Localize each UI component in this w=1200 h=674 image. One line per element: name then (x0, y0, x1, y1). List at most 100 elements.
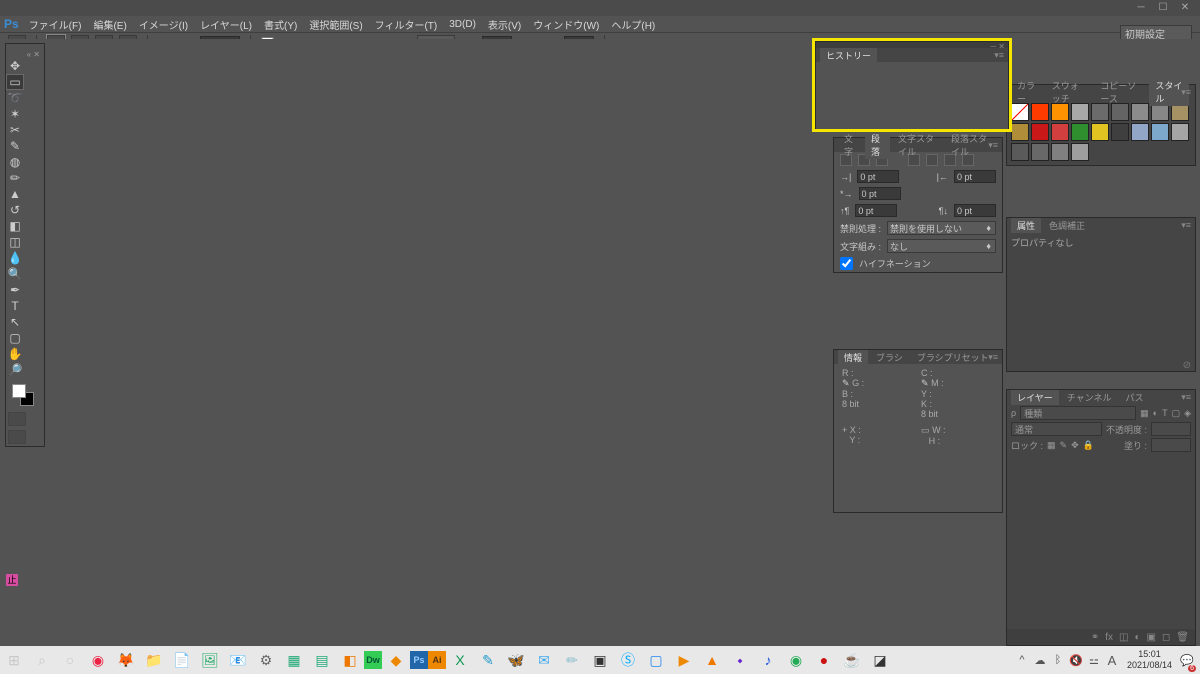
filter-type-icon[interactable]: T (1162, 408, 1168, 418)
menu-image[interactable]: イメージ(I) (139, 17, 188, 32)
app-icon-10[interactable]: ◉ (782, 646, 810, 674)
music-icon[interactable]: ♪ (754, 646, 782, 674)
onedrive-icon[interactable]: ☁ (1031, 646, 1049, 674)
indent-first-input[interactable] (859, 187, 901, 200)
outlook-icon[interactable]: 📧 (224, 646, 252, 674)
app-icon-11[interactable]: ☕ (838, 646, 866, 674)
cortana-button[interactable]: ○ (56, 646, 84, 674)
lasso-tool[interactable]: ➰ (6, 90, 24, 106)
style-swatch[interactable] (1071, 143, 1089, 161)
app-icon-3[interactable]: ◧ (336, 646, 364, 674)
space-after-input[interactable] (954, 204, 996, 217)
app-icon-12[interactable]: ◪ (866, 646, 894, 674)
tab-character[interactable]: 文字 (838, 131, 863, 159)
menu-file[interactable]: ファイル(F) (29, 17, 82, 32)
style-swatch[interactable] (1051, 143, 1069, 161)
style-swatch[interactable] (1151, 123, 1169, 141)
app-icon-8[interactable]: ▣ (586, 646, 614, 674)
wifi-icon[interactable]: ⚍ (1085, 646, 1103, 674)
mojikumi-dropdown[interactable]: なし♦ (887, 239, 996, 253)
type-tool[interactable]: T (6, 298, 24, 314)
app-icon-2[interactable]: ▤ (308, 646, 336, 674)
indent-right-input[interactable] (954, 170, 996, 183)
media-icon[interactable]: ▶ (670, 646, 698, 674)
menu-edit[interactable]: 編集(E) (93, 17, 126, 32)
lock-position-icon[interactable]: ✥ (1071, 440, 1079, 451)
properties-footer-icon[interactable]: ⊘ (1183, 360, 1191, 371)
kinsoku-dropdown[interactable]: 禁則を使用しない♦ (887, 221, 996, 235)
style-swatch[interactable] (1051, 123, 1069, 141)
layer-filter-dropdown[interactable]: 種類 (1020, 406, 1136, 420)
style-swatch[interactable] (1011, 143, 1029, 161)
layer-fx-icon[interactable]: fx (1105, 632, 1113, 643)
ime-a-icon[interactable]: A (1103, 646, 1121, 674)
explorer-icon[interactable]: 📁 (140, 646, 168, 674)
eyedropper-tool[interactable]: ✎ (6, 138, 24, 154)
group-icon[interactable]: ▣ (1147, 632, 1156, 643)
skype-icon[interactable]: Ⓢ (614, 646, 642, 674)
blur-tool[interactable]: 💧 (6, 250, 24, 266)
menu-help[interactable]: ヘルプ(H) (611, 17, 655, 32)
screen-mode-toggle[interactable] (8, 430, 26, 444)
tab-info[interactable]: 情報 (838, 350, 868, 365)
layer-mask-icon[interactable]: ◫ (1119, 632, 1128, 643)
excel-icon[interactable]: X (446, 646, 474, 674)
blend-mode-dropdown[interactable]: 通常 (1011, 422, 1102, 436)
chrome-icon[interactable]: ◉ (84, 646, 112, 674)
dodge-tool[interactable]: 🔍 (6, 266, 24, 282)
marquee-tool[interactable]: ▭ (6, 74, 24, 90)
fill-input[interactable] (1151, 438, 1191, 452)
menu-layer[interactable]: レイヤー(L) (200, 17, 252, 32)
firefox-icon[interactable]: 🦊 (112, 646, 140, 674)
tab-char-style[interactable]: 文字スタイル (892, 131, 943, 159)
notepad-icon[interactable]: 📄 (168, 646, 196, 674)
tab-paragraph[interactable]: 段落 (865, 131, 890, 159)
search-button[interactable]: ⌕ (28, 646, 56, 674)
tab-brush-preset[interactable]: ブラシプリセット (911, 350, 995, 365)
tab-layers[interactable]: レイヤー (1011, 390, 1059, 405)
dreamweaver-icon[interactable]: Dw (364, 651, 382, 669)
path-select-tool[interactable]: ↖ (6, 314, 24, 330)
style-swatch[interactable] (1091, 123, 1109, 141)
bluetooth-icon[interactable]: ᛒ (1049, 646, 1067, 674)
menu-select[interactable]: 選択範囲(S) (309, 17, 362, 32)
app-icon-6[interactable]: ✉ (530, 646, 558, 674)
paragraph-menu-icon[interactable]: ▾≡ (988, 140, 998, 151)
menu-view[interactable]: 表示(V) (488, 17, 521, 32)
photos-icon[interactable]: 🖼 (196, 646, 224, 674)
app-icon-1[interactable]: ▦ (280, 646, 308, 674)
close-button[interactable]: ✕ (1176, 2, 1194, 14)
settings-icon[interactable]: ⚙ (252, 646, 280, 674)
clock[interactable]: 15:01 2021/08/14 (1121, 649, 1178, 671)
gradient-tool[interactable]: ◫ (6, 234, 24, 250)
tab-brush[interactable]: ブラシ (870, 350, 909, 365)
sublime-icon[interactable]: ◆ (382, 646, 410, 674)
hyphenation-checkbox[interactable] (840, 257, 853, 270)
indent-left-input[interactable] (857, 170, 899, 183)
app-icon-9[interactable]: ⬩ (726, 646, 754, 674)
app-icon-7[interactable]: ✏ (558, 646, 586, 674)
app-icon-4[interactable]: ✎ (474, 646, 502, 674)
properties-menu-icon[interactable]: ▾≡ (1181, 220, 1191, 231)
tab-clone-source[interactable]: コピーソース (1094, 78, 1147, 106)
healing-tool[interactable]: ◍ (6, 154, 24, 170)
shape-tool[interactable]: ▢ (6, 330, 24, 346)
filter-smart-icon[interactable]: ◈ (1184, 408, 1191, 419)
history-brush-tool[interactable]: ↺ (6, 202, 24, 218)
photoshop-icon[interactable]: Ps (410, 651, 428, 669)
style-swatch[interactable] (1171, 123, 1189, 141)
zoom-icon[interactable]: ▢ (642, 646, 670, 674)
menu-window[interactable]: ウィンドウ(W) (533, 17, 599, 32)
filter-adjust-icon[interactable]: ◐ (1153, 408, 1158, 418)
pen-tool[interactable]: ✒ (6, 282, 24, 298)
illustrator-icon[interactable]: Ai (428, 651, 446, 669)
style-swatch[interactable] (1031, 143, 1049, 161)
stamp-tool[interactable]: ▲ (6, 186, 24, 202)
vlc-icon[interactable]: ▲ (698, 646, 726, 674)
maximize-button[interactable]: ☐ (1154, 2, 1172, 14)
link-layers-icon[interactable]: ⚭ (1091, 632, 1099, 643)
tab-channels[interactable]: チャンネル (1061, 390, 1118, 405)
app-icon-5[interactable]: 🦋 (502, 646, 530, 674)
layers-menu-icon[interactable]: ▾≡ (1181, 392, 1191, 403)
style-swatch[interactable] (1031, 123, 1049, 141)
